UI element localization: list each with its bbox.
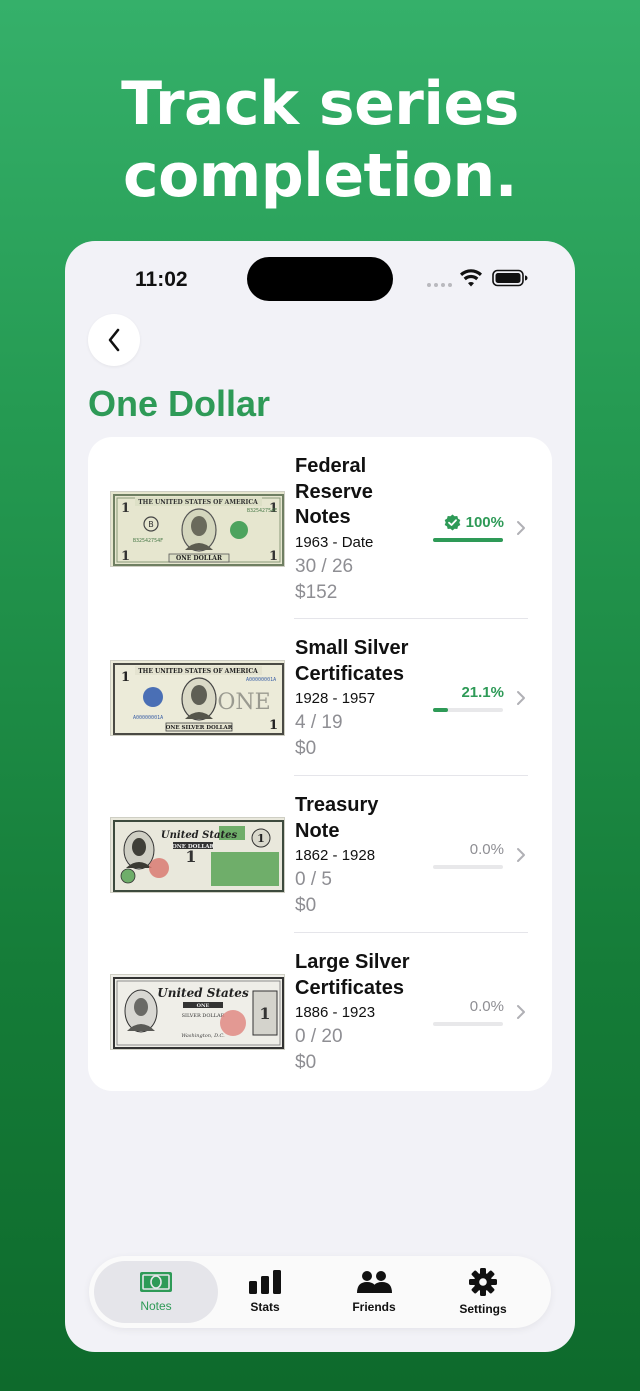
series-value: $152 — [295, 581, 338, 603]
progress-bar — [433, 865, 503, 869]
chevron-right-icon — [517, 521, 525, 535]
svg-text:A00000001A: A00000001A — [133, 715, 163, 721]
signal-icon — [427, 283, 452, 287]
tab-friends[interactable]: Friends — [312, 1261, 436, 1323]
banknote-icon — [140, 1272, 172, 1292]
svg-text:1: 1 — [257, 832, 265, 845]
series-info: Small Silver Certificates 1928 - 1957 4 … — [295, 636, 435, 762]
series-value: $0 — [295, 738, 317, 759]
people-icon — [357, 1271, 392, 1293]
svg-text:THE UNITED STATES OF AMERICA: THE UNITED STATES OF AMERICA — [138, 668, 258, 675]
back-button[interactable] — [88, 314, 140, 366]
progress-bar — [433, 538, 503, 542]
headline-line-1: Track series — [121, 69, 519, 139]
status-time: 11:02 — [135, 268, 188, 291]
svg-text:1: 1 — [121, 549, 130, 564]
series-info: Large Silver Certificates 1886 - 1923 0 … — [295, 950, 435, 1076]
svg-text:SILVER DOLLAR: SILVER DOLLAR — [182, 1013, 225, 1019]
series-row[interactable]: United States ONE DOLLAR 1 1 Treasury No… — [88, 776, 552, 933]
tab-stats[interactable]: Stats — [203, 1261, 327, 1323]
tab-label: Friends — [352, 1300, 396, 1314]
svg-text:1: 1 — [259, 1004, 270, 1023]
series-row[interactable]: United States ONE SILVER DOLLAR 1 Washin… — [88, 933, 552, 1091]
tab-bar: Notes Stats Friends Settings — [89, 1256, 551, 1328]
svg-text:B32542754F: B32542754F — [133, 538, 163, 544]
series-percent: 0.0% — [469, 998, 504, 1015]
svg-text:B: B — [148, 520, 154, 529]
progress-bar — [433, 1022, 503, 1026]
tab-settings[interactable]: Settings — [421, 1261, 545, 1323]
bar-chart-icon — [249, 1270, 281, 1294]
series-info: Treasury Note 1862 - 1928 0 / 5 $0 — [295, 793, 435, 919]
series-name: Small Silver Certificates — [295, 637, 409, 685]
series-years: 1862 - 1928 — [295, 847, 376, 864]
svg-text:A00000001A: A00000001A — [246, 677, 276, 683]
svg-text:1: 1 — [269, 718, 278, 733]
svg-text:1: 1 — [269, 549, 278, 564]
svg-text:ONE SILVER DOLLAR: ONE SILVER DOLLAR — [166, 725, 233, 731]
series-info: Federal Reserve Notes 1963 - Date 30 / 2… — [295, 454, 435, 606]
svg-text:1: 1 — [185, 847, 196, 866]
chevron-right-icon — [517, 848, 525, 862]
headline-line-2: completion. — [123, 141, 518, 211]
svg-text:ONE DOLLAR: ONE DOLLAR — [176, 555, 223, 562]
chevron-right-icon — [517, 691, 525, 705]
series-percent: 0.0% — [469, 841, 504, 858]
chevron-right-icon — [517, 1005, 525, 1019]
svg-text:ONE: ONE — [217, 690, 270, 715]
series-name: Treasury Note — [295, 794, 379, 842]
chevron-left-icon — [108, 328, 120, 352]
series-years: 1963 - Date — [295, 533, 374, 551]
gear-icon — [469, 1268, 497, 1296]
series-count: 0 / 5 — [295, 869, 332, 890]
progress-bar — [433, 708, 503, 712]
page-title: One Dollar — [88, 383, 271, 424]
svg-text:United States: United States — [161, 830, 238, 841]
series-row[interactable]: THE UNITED STATES OF AMERICA 1 1 1 1 B B… — [88, 437, 552, 619]
phone-screen: 11:02 One Dollar THE UNITED STATES OF AM… — [65, 241, 575, 1352]
small-silver-certificate-image: THE UNITED STATES OF AMERICA 1 1 ONE A00… — [110, 660, 285, 736]
series-count: 4 / 19 — [295, 712, 343, 733]
headline: Track series completion. — [0, 68, 640, 212]
svg-text:Washington, D.C.: Washington, D.C. — [181, 1033, 225, 1039]
tab-label: Notes — [140, 1299, 172, 1313]
treasury-note-image: United States ONE DOLLAR 1 1 — [110, 817, 285, 893]
svg-text:1: 1 — [121, 670, 130, 685]
tab-notes[interactable]: Notes — [94, 1261, 218, 1323]
series-years: 1886 - 1923 — [295, 1004, 376, 1021]
dynamic-island — [247, 257, 393, 301]
svg-text:United States: United States — [157, 986, 249, 1000]
series-percent: 100% — [444, 514, 504, 531]
series-name: Large Silver Certificates — [295, 951, 410, 999]
series-name: Federal Reserve Notes — [295, 455, 373, 528]
series-value: $0 — [295, 1052, 317, 1073]
series-count: 30 / 26 — [295, 555, 354, 577]
progress-fill — [433, 538, 503, 542]
svg-text:THE UNITED STATES OF AMERICA: THE UNITED STATES OF AMERICA — [138, 499, 258, 506]
series-count: 0 / 20 — [295, 1026, 343, 1047]
svg-text:ONE: ONE — [197, 1003, 210, 1009]
large-silver-certificate-image: United States ONE SILVER DOLLAR 1 Washin… — [110, 974, 285, 1050]
series-value: $0 — [295, 895, 317, 916]
federal-reserve-note-image: THE UNITED STATES OF AMERICA 1 1 1 1 B B… — [110, 491, 285, 567]
progress-fill — [433, 708, 448, 712]
battery-icon — [492, 269, 528, 287]
series-list: THE UNITED STATES OF AMERICA 1 1 1 1 B B… — [88, 437, 552, 1091]
tab-label: Settings — [459, 1302, 507, 1316]
series-percent: 21.1% — [461, 684, 504, 701]
series-years: 1928 - 1957 — [295, 690, 376, 707]
series-row[interactable]: THE UNITED STATES OF AMERICA 1 1 ONE A00… — [88, 619, 552, 776]
verified-check-icon — [444, 514, 460, 531]
status-bar: 11:02 — [65, 241, 575, 321]
tab-label: Stats — [250, 1300, 280, 1314]
svg-text:1: 1 — [121, 501, 130, 516]
wifi-icon — [460, 269, 482, 287]
svg-text:B32542754F: B32542754F — [247, 508, 277, 514]
